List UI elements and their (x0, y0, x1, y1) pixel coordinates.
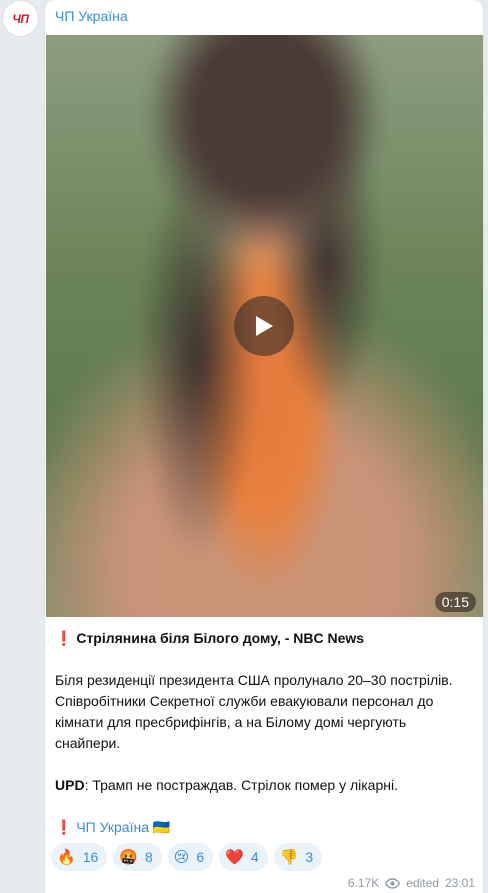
crying-face-icon: 😢 (173, 849, 190, 866)
fire-icon: 🔥 (57, 849, 76, 866)
avatar-text: ЧП (12, 11, 29, 26)
reaction-count: 6 (196, 849, 205, 865)
message-text: ❗ Стрілянина біля Білого дому, - NBC New… (55, 628, 475, 859)
reaction-count: 3 (305, 849, 314, 865)
video-player[interactable]: 0:15 (46, 35, 483, 617)
message-bubble: ЧП Україна 0:15 ❗ Стрілянина біля Білого… (45, 0, 483, 893)
body-paragraph: Біля резиденції президента США пролунало… (55, 672, 453, 751)
play-button[interactable] (234, 296, 294, 356)
message-time: 23:01 (444, 876, 475, 890)
update-line: UPD: Трамп не постраждав. Стрілок помер … (55, 775, 475, 796)
upd-text: : Трамп не постраждав. Стрілок помер у л… (84, 777, 398, 793)
reaction-angry[interactable]: 🤬 8 (113, 843, 162, 871)
play-icon (256, 316, 273, 336)
reaction-count: 4 (250, 849, 259, 865)
edited-label: edited (406, 876, 439, 890)
reaction-count: 16 (82, 849, 99, 865)
headline: ❗ Стрілянина біля Білого дому, - NBC New… (55, 628, 475, 649)
heart-icon: ❤️ (225, 849, 244, 866)
angry-face-icon: 🤬 (119, 849, 138, 866)
view-count: 6.17K (347, 876, 380, 890)
channel-avatar[interactable]: ЧП (2, 0, 39, 37)
eye-icon (385, 877, 401, 889)
reactions-bar: 🔥 16 🤬 8 😢 6 ❤️ 4 👎 3 (51, 843, 323, 871)
reaction-count: 8 (144, 849, 153, 865)
ukraine-flag-icon: 🇺🇦 (152, 819, 171, 835)
upd-label: UPD (55, 777, 85, 793)
reaction-fire[interactable]: 🔥 16 (51, 843, 108, 871)
signature-exclamation-icon: ❗ (55, 819, 73, 835)
channel-name-link[interactable]: ЧП Україна (55, 8, 128, 24)
video-duration: 0:15 (434, 592, 476, 612)
exclamation-icon: ❗ (55, 630, 73, 646)
headline-text: Стрілянина біля Білого дому, - NBC News (76, 630, 365, 646)
signature: ❗ ЧП Україна 🇺🇦 (55, 817, 475, 838)
reaction-heart[interactable]: ❤️ 4 (219, 843, 268, 871)
reaction-thumbs-down[interactable]: 👎 3 (273, 843, 323, 871)
thumbs-down-icon: 👎 (279, 849, 299, 866)
message-meta: 6.17K edited 23:01 (348, 876, 475, 890)
reaction-crying[interactable]: 😢 6 (167, 843, 214, 871)
signature-channel-link[interactable]: ЧП Україна (76, 819, 149, 835)
